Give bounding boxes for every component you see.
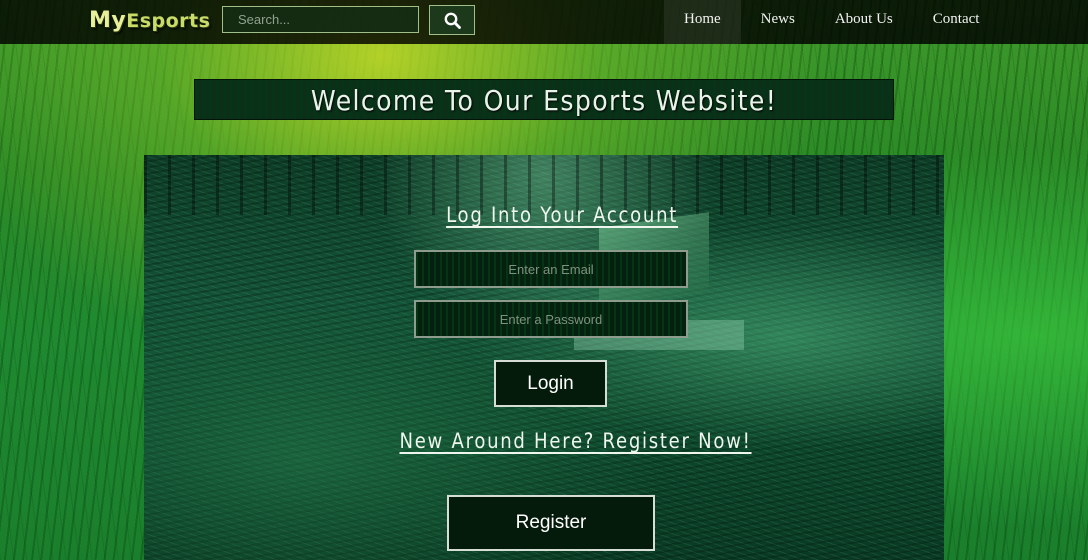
brand-my: My (89, 8, 127, 33)
nav-contact[interactable]: Contact (913, 0, 1000, 44)
brand-logo[interactable]: MyEsports (89, 5, 210, 37)
register-button[interactable]: Register (447, 495, 655, 551)
brand-esports: Esports (126, 10, 211, 32)
search-input[interactable] (222, 6, 419, 33)
nav-news[interactable]: News (741, 0, 815, 44)
email-field[interactable] (414, 250, 688, 288)
welcome-title: Welcome To Our Esports Website! (310, 84, 778, 117)
nav-home[interactable]: Home (664, 0, 741, 44)
nav-links: Home News About Us Contact (664, 0, 999, 44)
navbar: MyEsports Home News About Us Contact (0, 0, 1088, 44)
register-link[interactable]: New Around Here? Register Now! (399, 426, 749, 456)
password-field[interactable] (414, 300, 688, 338)
search-button[interactable] (429, 5, 475, 35)
search-icon (444, 12, 461, 29)
login-heading: Log Into Your Account (446, 203, 679, 227)
nav-about-us[interactable]: About Us (815, 0, 913, 44)
welcome-banner: Welcome To Our Esports Website! (194, 79, 894, 120)
login-button[interactable]: Login (494, 360, 607, 407)
